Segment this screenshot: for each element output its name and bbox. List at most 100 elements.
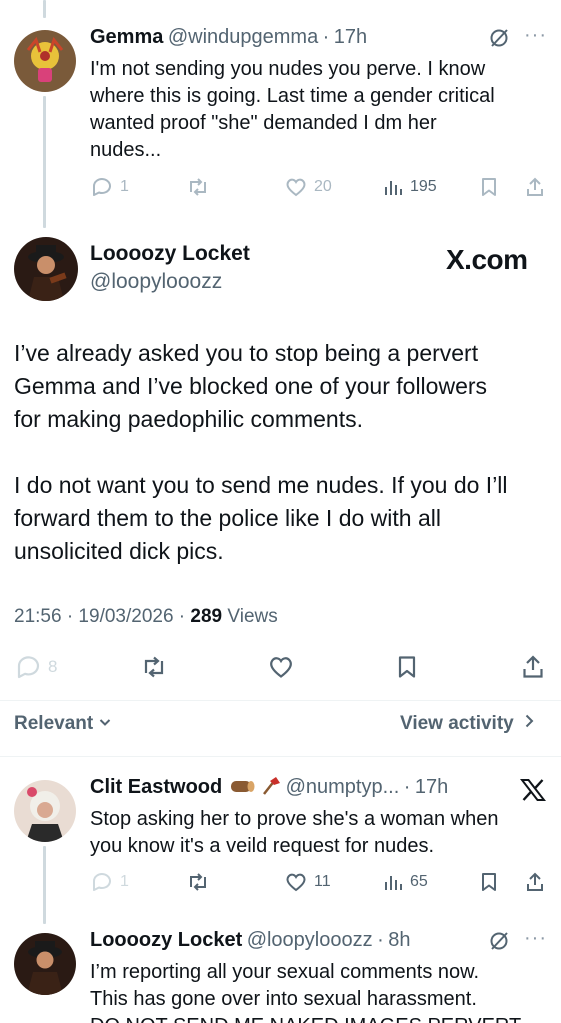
avatar[interactable]	[14, 237, 78, 301]
grok-icon[interactable]	[488, 930, 510, 957]
repost-button[interactable]	[186, 176, 210, 198]
share-icon	[527, 872, 543, 891]
reply-count: 1	[120, 178, 129, 195]
text-line: DO NOT SEND ME NAKED IMAGES PERVERT	[90, 1013, 550, 1023]
text-line: nudes...	[90, 139, 162, 161]
thread-connector	[43, 846, 46, 924]
avatar[interactable]	[14, 933, 76, 995]
tweet-text: I do not want you to send me nudes. If y…	[14, 469, 554, 568]
divider	[0, 756, 561, 757]
user-handle[interactable]: @loopylooozz	[247, 929, 373, 951]
watermark-brand: X.com	[446, 244, 528, 275]
display-name[interactable]: Loooozy Locket	[90, 929, 242, 951]
like-count: 20	[314, 178, 332, 195]
user-handle[interactable]: @loopylooozz	[90, 270, 222, 294]
view-activity-link[interactable]: View activity	[400, 713, 535, 735]
avatar[interactable]	[14, 30, 76, 92]
tweet-time[interactable]: 8h	[388, 929, 410, 951]
chevron-right-icon	[523, 713, 535, 735]
view-activity-label: View activity	[400, 713, 514, 735]
text-line: I'm not sending you nudes you perve. I k…	[90, 58, 486, 80]
analytics-icon	[385, 181, 402, 195]
bookmark-icon	[482, 873, 496, 891]
share-button[interactable]	[524, 871, 546, 893]
sort-dropdown[interactable]: Relevant	[14, 713, 112, 735]
bookmark-button[interactable]	[394, 654, 420, 680]
text-line: I do not want you to send me nudes. If y…	[14, 472, 508, 498]
text-line: wanted proof "she" demanded I dm her	[90, 112, 437, 134]
view-count: 195	[410, 178, 437, 195]
bookmark-icon	[482, 178, 496, 196]
tweet-metadata: 21:56 · 19/03/2026 · 289 Views	[14, 606, 278, 628]
text-line: Gemma and I’ve blocked one of your follo…	[14, 373, 488, 399]
tweet-text: Stop asking her to prove she's a woman w…	[90, 806, 550, 860]
more-options-button[interactable]: ···	[524, 927, 547, 950]
tweet-text: I’ve already asked you to stop being a p…	[14, 337, 554, 436]
reply-count: 8	[48, 657, 58, 676]
tweet-timestamp[interactable]: 21:56 · 19/03/2026 ·	[14, 606, 190, 627]
text-line: I’ve already asked you to stop being a p…	[14, 340, 479, 366]
text-line: you know it's a veild request for nudes.	[90, 835, 435, 857]
bookmark-icon	[398, 656, 416, 678]
text-line: for making paedophilic comments.	[14, 406, 363, 432]
display-name[interactable]: Clit Eastwood	[90, 776, 222, 798]
text-line: unsolicited dick pics.	[14, 538, 224, 564]
heart-icon	[270, 657, 292, 678]
user-handle[interactable]: @numptyp...	[286, 776, 400, 798]
heart-icon	[286, 178, 306, 197]
view-count: 65	[410, 873, 428, 890]
reply-button[interactable]: 1	[90, 871, 129, 893]
display-name[interactable]: Gemma	[90, 26, 163, 48]
repost-button[interactable]	[140, 654, 168, 680]
text-line: This has gone over into sexual harassmen…	[90, 988, 477, 1010]
separator-dot: ·	[377, 929, 384, 951]
bookmark-button[interactable]	[478, 176, 500, 198]
view-count: 289	[190, 606, 223, 627]
repost-icon	[144, 656, 164, 678]
display-name[interactable]: Loooozy Locket	[90, 242, 250, 266]
x-logo-icon	[519, 778, 547, 807]
repost-button[interactable]	[186, 871, 210, 893]
divider	[0, 700, 561, 701]
grok-icon[interactable]	[488, 27, 510, 54]
like-button[interactable]	[267, 654, 295, 680]
bookmark-button[interactable]	[478, 871, 500, 893]
heart-icon	[286, 873, 306, 892]
tweet-time[interactable]: 17h	[334, 26, 367, 48]
chevron-down-icon	[98, 713, 112, 735]
text-line: I’m reporting all your sexual comments n…	[90, 961, 480, 983]
share-button[interactable]	[520, 654, 546, 680]
tweet-text: I'm not sending you nudes you perve. I k…	[90, 56, 550, 164]
reply-button[interactable]: 1	[90, 176, 129, 198]
views-button[interactable]: 65	[382, 871, 428, 893]
share-button[interactable]	[524, 176, 546, 198]
repost-icon	[190, 873, 206, 891]
reply-icon	[93, 178, 111, 196]
tweet-text: I’m reporting all your sexual comments n…	[90, 959, 550, 1023]
avatar[interactable]	[14, 780, 76, 842]
like-count: 11	[314, 873, 331, 890]
like-button[interactable]: 11	[284, 871, 331, 893]
like-button[interactable]: 20	[284, 176, 332, 198]
reply-icon	[17, 656, 40, 679]
text-line: Stop asking her to prove she's a woman w…	[90, 808, 499, 830]
reply-button[interactable]: 8	[14, 654, 57, 680]
views-button[interactable]: 195	[382, 176, 437, 198]
tweet-header: Gemma @windupgemma · 17h	[90, 26, 367, 49]
tweet-header: Loooozy Locket @loopylooozz · 8h	[90, 929, 410, 952]
avatar-image	[14, 780, 76, 842]
avatar-image	[14, 237, 78, 301]
reply-icon	[93, 873, 111, 891]
tweet-time[interactable]: 17h	[415, 776, 448, 798]
thread-connector	[43, 96, 46, 228]
more-options-button[interactable]: ···	[524, 24, 547, 47]
views-label: Views	[222, 606, 278, 627]
avatar-image	[14, 30, 76, 92]
user-handle[interactable]: @windupgemma	[168, 26, 318, 48]
thread-connector-top	[43, 0, 46, 18]
separator-dot: ·	[403, 776, 411, 798]
share-icon	[523, 655, 543, 678]
sort-label: Relevant	[14, 713, 94, 735]
separator-dot: ·	[322, 26, 330, 48]
text-line: where this is going. Last time a gender …	[90, 85, 495, 107]
